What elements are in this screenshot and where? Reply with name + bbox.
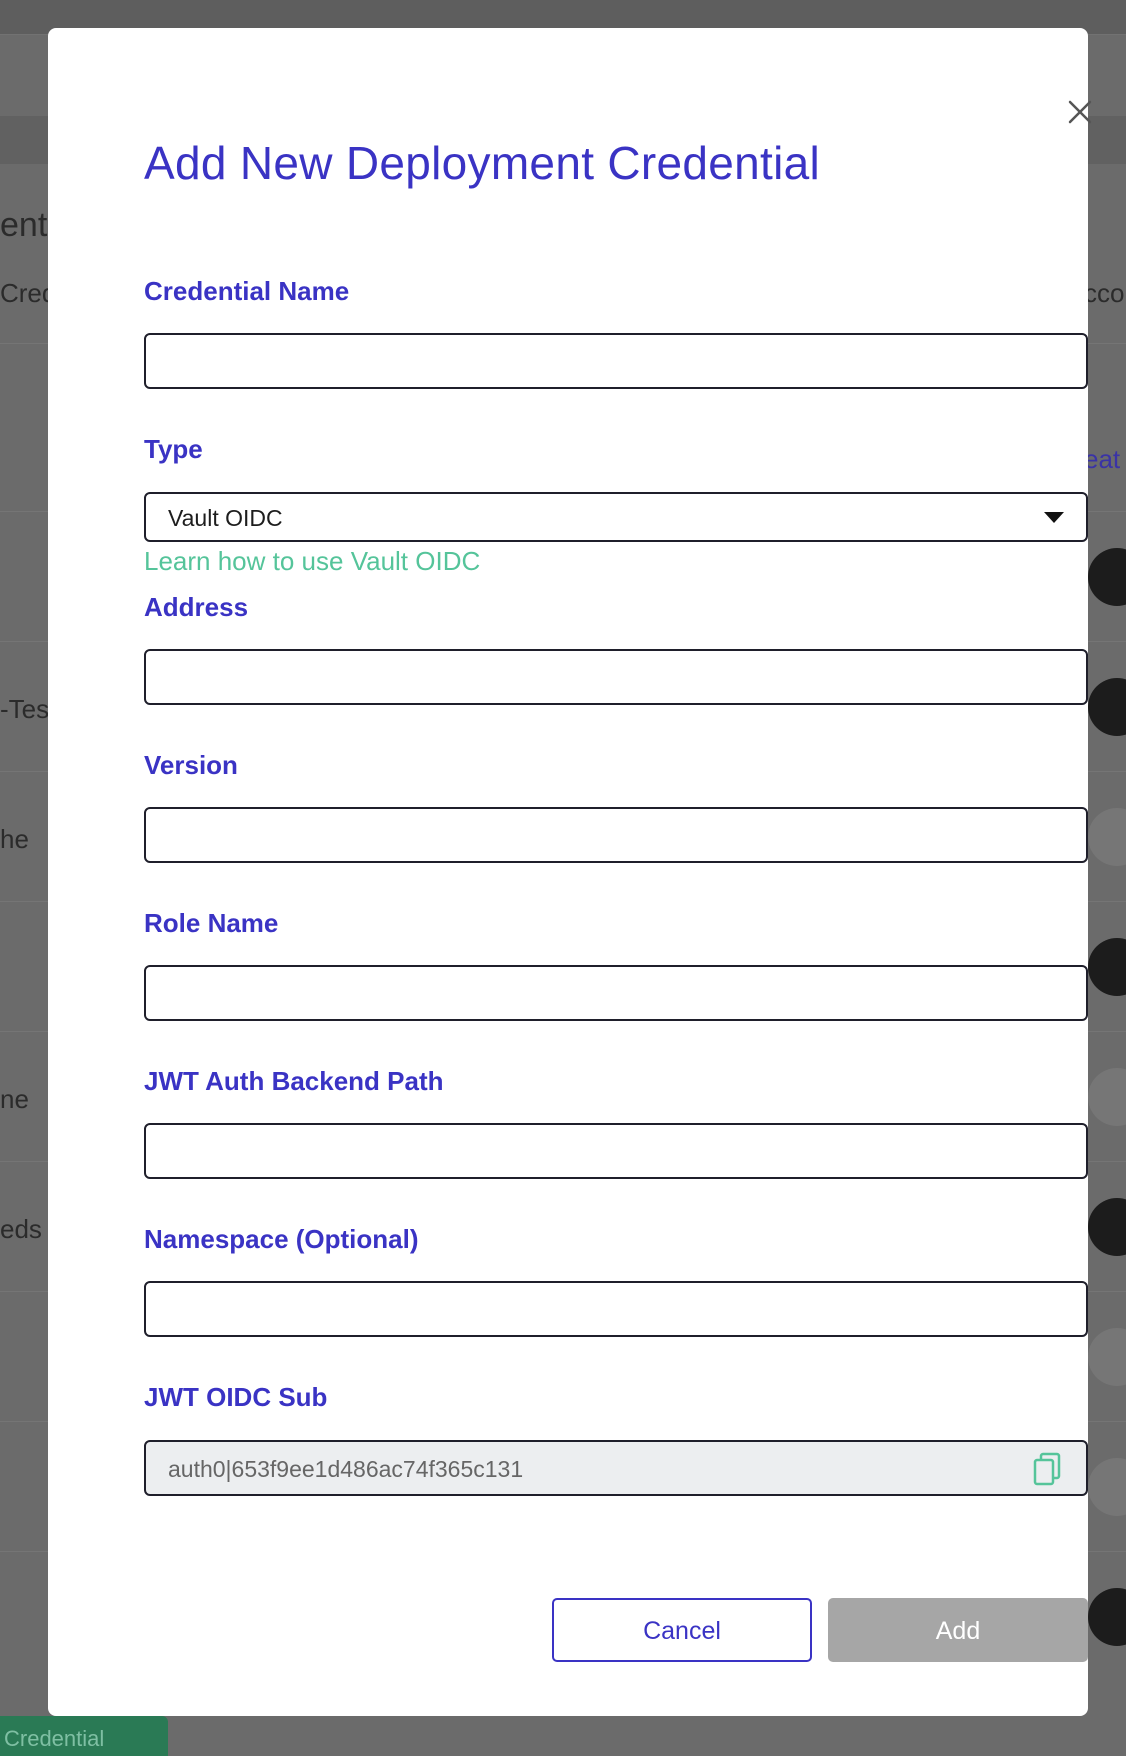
close-icon[interactable]: [1060, 92, 1100, 132]
namespace-input[interactable]: [144, 1281, 1088, 1337]
modal-title: Add New Deployment Credential: [144, 137, 821, 189]
jwt-auth-backend-path-input[interactable]: [144, 1123, 1088, 1179]
add-credential-modal: Add New Deployment Credential Credential…: [48, 28, 1092, 1716]
caret-down-icon: [1044, 512, 1064, 523]
background-row-text: -Tes: [0, 694, 50, 724]
background-row-text: ne: [0, 1084, 29, 1114]
role-name-label: Role Name: [144, 908, 279, 938]
namespace-label: Namespace (Optional): [144, 1224, 419, 1254]
jwt-oidc-sub-value: auth0|653f9ee1d486ac74f365c131: [168, 1456, 524, 1482]
background-avatar: [1088, 1328, 1126, 1386]
credential-name-label: Credential Name: [144, 276, 350, 306]
jwt-oidc-sub-field[interactable]: auth0|653f9ee1d486ac74f365c131: [144, 1440, 1088, 1496]
address-label: Address: [144, 592, 249, 622]
vault-oidc-help-link[interactable]: Learn how to use Vault OIDC: [144, 546, 480, 577]
copy-icon[interactable]: [1032, 1452, 1062, 1486]
type-label: Type: [144, 434, 203, 464]
background-avatar: [1088, 548, 1126, 606]
background-avatar: [1088, 678, 1126, 736]
add-button[interactable]: Add: [828, 1598, 1088, 1662]
background-avatar: [1088, 1068, 1126, 1126]
background-add-credential-button: Credential: [0, 1716, 168, 1756]
background-create-link: eat: [1084, 444, 1121, 474]
background-avatar: [1088, 808, 1126, 866]
background-avatar: [1088, 938, 1126, 996]
cancel-button[interactable]: Cancel: [552, 1598, 812, 1662]
credential-name-input[interactable]: [144, 333, 1088, 389]
type-select-value: Vault OIDC: [168, 505, 283, 531]
background-avatar: [1088, 1458, 1126, 1516]
address-input[interactable]: [144, 649, 1088, 705]
background-column-header-right: cco: [1084, 278, 1125, 308]
version-label: Version: [144, 750, 238, 780]
background-row-text: he: [0, 824, 29, 854]
type-select[interactable]: Vault OIDC: [144, 492, 1088, 542]
jwt-auth-backend-path-label: JWT Auth Backend Path: [144, 1066, 444, 1096]
background-row-text: eds: [0, 1214, 42, 1244]
jwt-oidc-sub-label: JWT OIDC Sub: [144, 1382, 328, 1412]
background-avatar: [1088, 1588, 1126, 1646]
background-avatar: [1088, 1198, 1126, 1256]
role-name-input[interactable]: [144, 965, 1088, 1021]
version-input[interactable]: [144, 807, 1088, 863]
